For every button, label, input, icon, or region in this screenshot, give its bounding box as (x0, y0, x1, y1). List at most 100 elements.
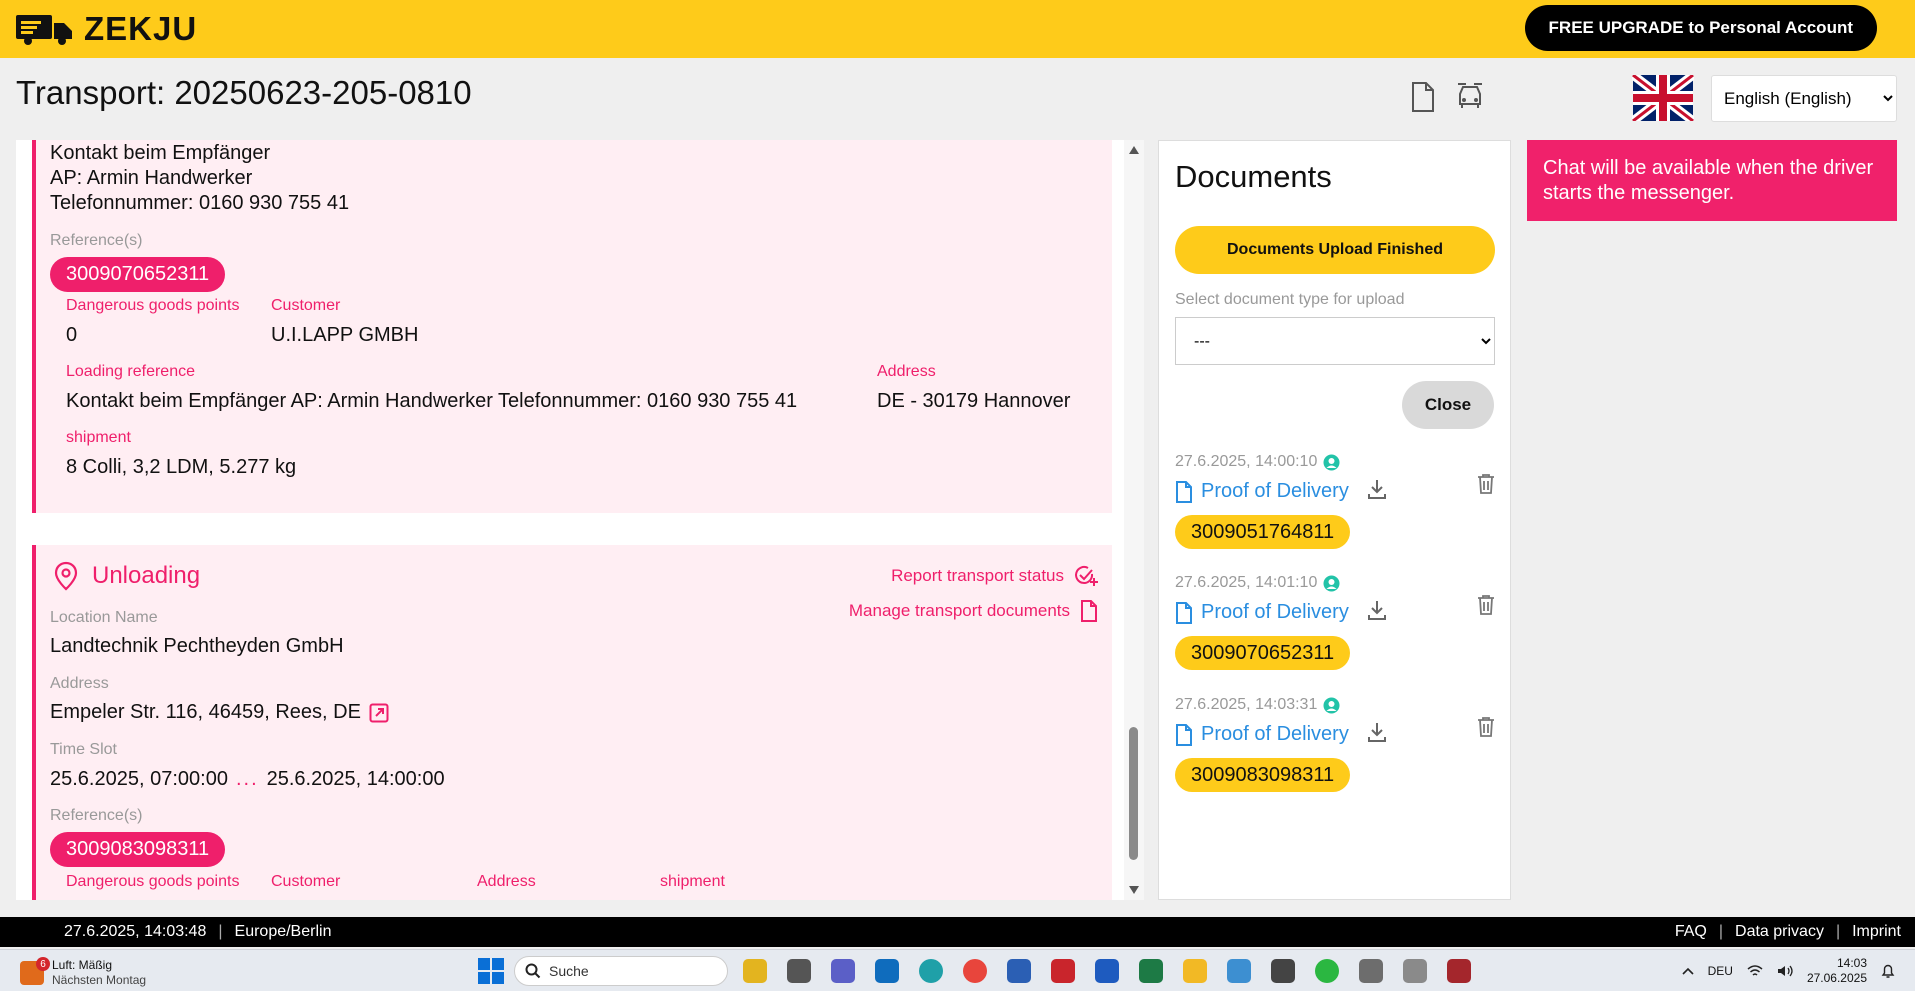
time-slot-end: 25.6.2025, 14:00:00 (266, 768, 445, 790)
taskbar-search[interactable]: Suche (514, 956, 728, 986)
driver-avatar-icon (1323, 575, 1340, 591)
report-status-label: Report transport status (891, 566, 1064, 585)
shipment-label: shipment (66, 429, 131, 446)
documents-panel: Documents Documents Upload Finished Sele… (1158, 140, 1511, 900)
printer-icon[interactable] (1354, 956, 1388, 986)
document-icon[interactable] (1411, 82, 1435, 112)
taskbar-clock[interactable]: 14:03 27.06.2025 (1807, 956, 1867, 986)
chat-notice: Chat will be available when the driver s… (1527, 140, 1897, 221)
chevron-up-icon[interactable] (1682, 967, 1694, 975)
contact-line-2: AP: Armin Handwerker (50, 167, 253, 189)
document-link[interactable]: Proof of Delivery (1175, 723, 1349, 746)
data-privacy-link[interactable]: Data privacy (1735, 923, 1824, 941)
acrobat-icon[interactable] (1046, 956, 1080, 986)
panel-scrollbar[interactable] (1124, 140, 1144, 900)
document-link[interactable]: Proof of Delivery (1175, 601, 1349, 624)
trash-icon[interactable] (1477, 473, 1495, 495)
transport-details-panel[interactable]: Kontakt beim Empfänger AP: Armin Handwer… (16, 140, 1144, 900)
vpn-app-icon[interactable] (1266, 956, 1300, 986)
snipping-tool-icon[interactable] (1222, 956, 1256, 986)
file-icon (1176, 601, 1192, 624)
scroll-up-arrow-icon[interactable] (1129, 146, 1139, 154)
wifi-icon[interactable] (1747, 964, 1763, 978)
imprint-link[interactable]: Imprint (1852, 923, 1901, 941)
footer-separator: | (1835, 923, 1841, 940)
document-time-row: 27.6.2025, 14:00:10 (1175, 453, 1340, 471)
external-map-link-icon[interactable] (369, 703, 389, 723)
manage-documents-label: Manage transport documents (848, 601, 1070, 620)
document-name: Proof of Delivery (1201, 480, 1349, 502)
document-link[interactable]: Proof of Delivery (1175, 480, 1349, 503)
notification-bell-icon[interactable] (1881, 963, 1895, 979)
app-logo[interactable]: ZEKJU (16, 10, 198, 47)
task-view-icon[interactable] (782, 956, 816, 986)
faq-link[interactable]: FAQ (1675, 923, 1707, 941)
download-icon[interactable] (1365, 477, 1389, 501)
language-select[interactable]: English (English) (1711, 75, 1897, 122)
customer-value: U.I.LAPP GMBH (271, 324, 419, 346)
taskbar-apps: Suche (478, 956, 1476, 986)
teams-meet-icon[interactable] (826, 956, 860, 986)
close-button[interactable]: Close (1402, 381, 1494, 429)
time-slot-label: Time Slot (50, 741, 117, 758)
access-icon[interactable] (1442, 956, 1476, 986)
outlook-icon[interactable] (870, 956, 904, 986)
check-circle-plus-icon (1075, 565, 1098, 586)
documents-title: Documents (1175, 159, 1332, 194)
manage-documents-link[interactable]: Manage transport documents (849, 600, 1098, 622)
documents-upload-finished-button[interactable]: Documents Upload Finished (1175, 226, 1495, 274)
upgrade-button[interactable]: FREE UPGRADE to Personal Account (1524, 5, 1877, 51)
file-explorer-icon[interactable] (1178, 956, 1212, 986)
shipment-value: 8 Colli, 3,2 LDM, 5.277 kg (66, 456, 297, 478)
store-icon[interactable] (1090, 956, 1124, 986)
volume-icon[interactable] (1777, 964, 1793, 978)
weather-line-2: Nächsten Montag (52, 973, 147, 987)
unloading-title: Unloading (92, 562, 201, 589)
logo-text: ZEKJU (84, 10, 198, 47)
truck-logo-icon (16, 15, 72, 45)
contact-line-3: Telefonnummer: 0160 930 755 41 (50, 192, 350, 214)
contact-line-1: Kontakt beim Empfänger (50, 142, 271, 164)
search-placeholder: Suche (549, 963, 589, 979)
customer-label: Customer (271, 297, 341, 314)
time-slot-separator: ... (235, 768, 259, 790)
weather-widget[interactable]: 6 Luft: Mäßig Nächsten Montag (20, 957, 146, 988)
word-icon[interactable] (1002, 956, 1036, 986)
excel-icon[interactable] (1134, 956, 1168, 986)
download-icon[interactable] (1365, 720, 1389, 744)
unloading-stop-card: Unloading Report transport status Manage… (32, 545, 1112, 900)
document-name: Proof of Delivery (1201, 723, 1349, 745)
weather-text: Luft: Mäßig Nächsten Montag (52, 958, 146, 988)
unloading-address-row: Empeler Str. 116, 46459, Rees, DE (50, 701, 389, 724)
pineapple-widget-icon[interactable] (738, 956, 772, 986)
windows-start-icon[interactable] (478, 958, 504, 984)
vehicle-icon[interactable] (1456, 82, 1484, 112)
edge-icon[interactable] (914, 956, 948, 986)
uk-flag-icon (1632, 75, 1694, 121)
time-slot-start: 25.6.2025, 07:00:00 (50, 768, 228, 790)
address-value: DE - 30179 Hannover (877, 390, 1071, 412)
scroll-down-arrow-icon[interactable] (1129, 886, 1139, 894)
print-queue-icon[interactable] (1398, 956, 1432, 986)
document-outline-icon (1081, 600, 1097, 622)
location-pin-icon (54, 561, 78, 591)
chrome-icon[interactable] (958, 956, 992, 986)
unloading-address-value: Empeler Str. 116, 46459, Rees, DE (50, 701, 361, 723)
document-type-select[interactable]: --- (1175, 317, 1495, 365)
document-reference-badge: 3009051764811 (1175, 515, 1351, 549)
weather-line-1: Luft: Mäßig (52, 958, 113, 972)
driver-avatar-icon (1323, 697, 1340, 713)
references-label: Reference(s) (50, 232, 143, 249)
input-language[interactable]: DEU (1708, 964, 1733, 978)
footer: 27.6.2025, 14:03:48 | Europe/Berlin FAQ … (0, 917, 1915, 947)
report-status-link[interactable]: Report transport status (891, 565, 1098, 587)
search-icon (525, 963, 541, 979)
trash-icon[interactable] (1477, 716, 1495, 738)
scroll-thumb[interactable] (1129, 727, 1138, 860)
download-icon[interactable] (1365, 598, 1389, 622)
page-title: Transport: 20250623-205-0810 (16, 74, 472, 111)
trash-icon[interactable] (1477, 594, 1495, 616)
unloading-shipment-label: shipment (660, 873, 725, 890)
whatsapp-icon[interactable] (1310, 956, 1344, 986)
weather-badge: 6 (36, 957, 50, 971)
